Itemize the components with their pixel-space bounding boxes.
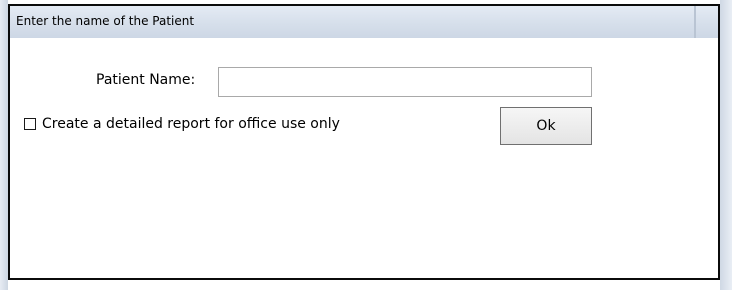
background-window-left (0, 0, 8, 290)
dialog-titlebar[interactable]: Enter the name of the Patient (10, 6, 718, 39)
dialog-title: Enter the name of the Patient (16, 14, 195, 28)
detailed-report-option[interactable]: Create a detailed report for office use … (24, 116, 340, 132)
detailed-report-label[interactable]: Create a detailed report for office use … (42, 116, 340, 132)
ok-button[interactable]: Ok (500, 107, 592, 145)
patient-name-label: Patient Name: (96, 72, 196, 88)
screen: Enter the name of the Patient Patient Na… (0, 0, 732, 290)
titlebar-edge (694, 6, 696, 38)
detailed-report-checkbox[interactable] (24, 118, 36, 130)
patient-name-input[interactable] (218, 67, 592, 97)
patient-name-dialog: Enter the name of the Patient Patient Na… (8, 4, 720, 280)
background-window-right (720, 0, 732, 290)
dialog-body: Patient Name: Create a detailed report f… (10, 38, 718, 278)
